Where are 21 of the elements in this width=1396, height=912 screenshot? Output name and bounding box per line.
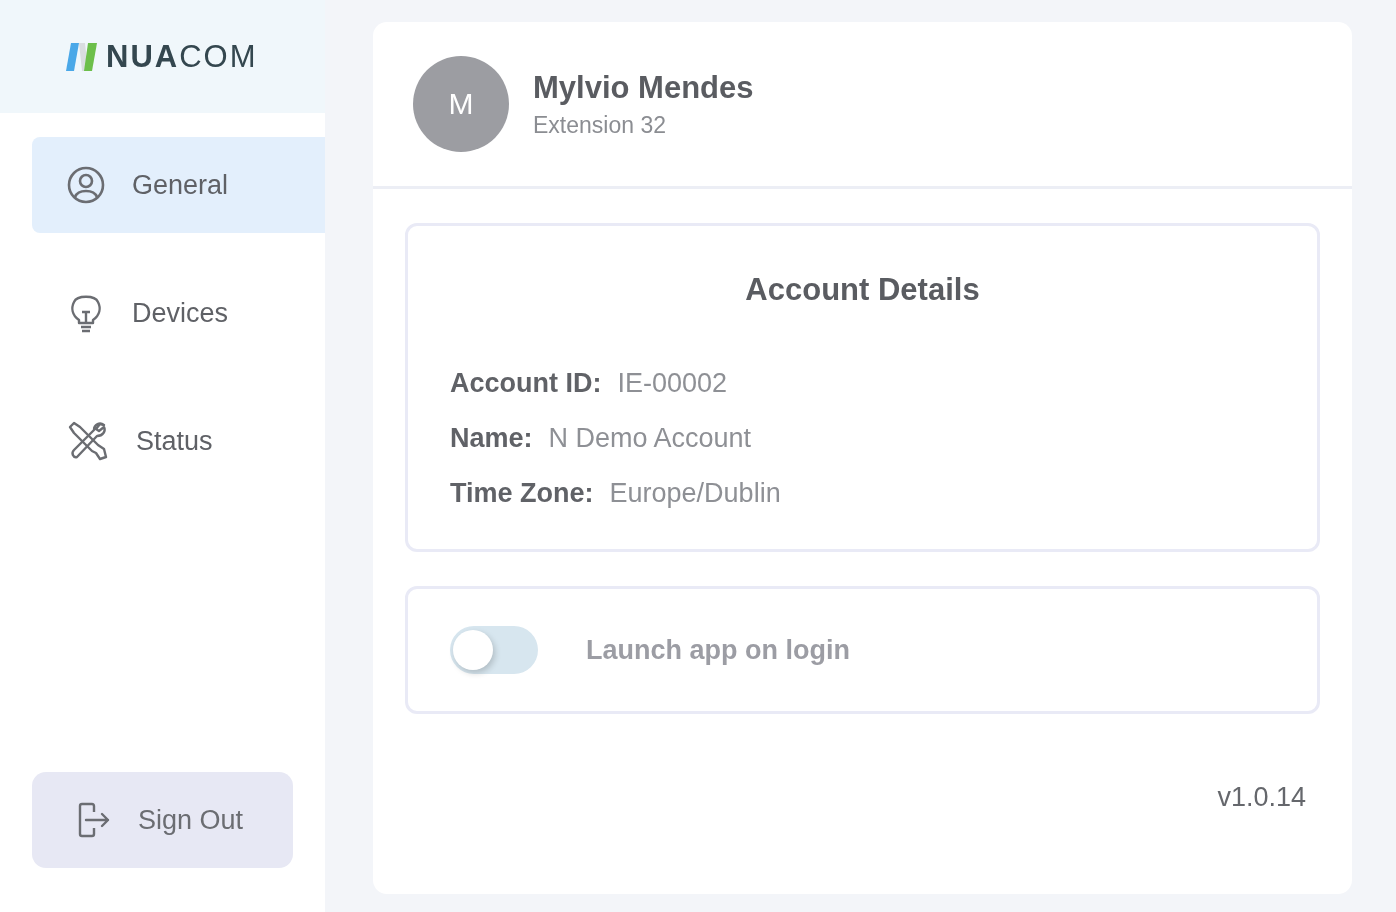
avatar: M [413, 56, 509, 152]
toggle-switch[interactable] [450, 626, 538, 674]
nav-item[interactable]: Devices [32, 265, 325, 361]
field-label: Account ID: [450, 368, 602, 399]
user-name: Mylvio Mendes [533, 69, 754, 106]
field-value: N Demo Account [548, 423, 752, 454]
nav-item[interactable]: Status [32, 393, 325, 489]
field-value: IE-00002 [617, 368, 728, 399]
extension-label: Extension 32 [533, 111, 667, 139]
version-label: v1.0.14 [1217, 782, 1306, 813]
tools-icon [66, 419, 110, 463]
launch-label: Launch app on login [586, 634, 850, 666]
user-icon [66, 165, 106, 205]
panel-title: Account Details [744, 272, 981, 308]
field-value: Europe/Dublin [609, 478, 781, 509]
sign-out-button[interactable]: Sign Out [32, 772, 293, 868]
logo-icon [66, 42, 98, 71]
logo-wordmark: NUACOM [106, 38, 258, 75]
field-label: Name: [450, 423, 533, 454]
field-label: Time Zone: [450, 478, 594, 509]
nav-item[interactable]: General [32, 137, 325, 233]
